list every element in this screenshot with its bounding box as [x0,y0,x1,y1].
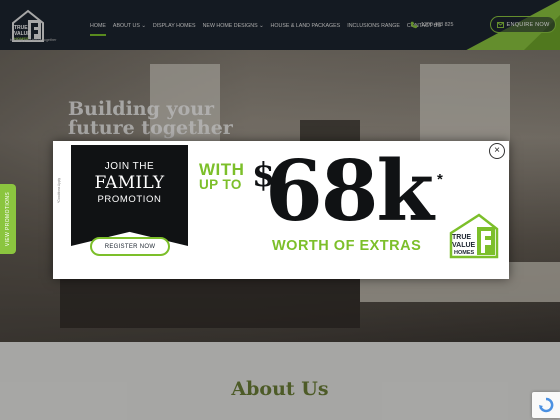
close-modal-button[interactable]: × [489,143,505,159]
banner-join-the: JOIN THE [104,161,155,172]
svg-text:TRUE: TRUE [452,234,471,241]
svg-text:VALUE: VALUE [452,242,476,249]
promotion-modal: *Conditions Apply JOIN THE FAMILY PROMOT… [53,141,509,279]
offer-asterisk: * [437,171,443,188]
offer-amount: 68k [265,142,434,240]
view-promotions-tab[interactable]: View Promotions [0,184,16,254]
close-icon: × [494,145,500,156]
conditions-apply-note: *Conditions Apply [57,178,61,203]
true-value-homes-logo: TRUE VALUE HOMES [449,213,499,259]
recaptcha-badge[interactable] [532,392,560,418]
svg-text:HOMES: HOMES [454,250,475,256]
view-promotions-label: View Promotions [5,191,11,247]
recaptcha-icon [539,397,554,413]
offer-worth-of-extras: WORTH OF EXTRAS [272,238,422,254]
offer-up-to: UP TO [199,177,242,192]
banner-family: FAMILY [94,173,165,193]
promotion-banner: JOIN THE FAMILY PROMOTION [71,145,188,246]
register-now-button[interactable]: REGISTER NOW [90,237,170,256]
banner-promotion: PROMOTION [97,194,162,205]
